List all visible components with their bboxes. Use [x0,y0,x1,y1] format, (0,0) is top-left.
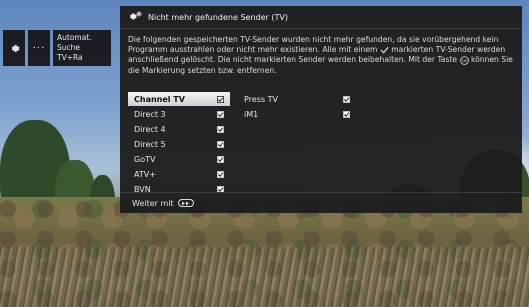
more-label: ··· [32,42,46,54]
forward-key-icon[interactable] [177,199,194,207]
ok-key-label: OK [461,59,467,63]
checkbox-checked-icon[interactable] [343,110,350,118]
checkbox-checked-icon[interactable] [217,125,224,133]
channel-item[interactable]: Direct 4 [128,122,230,136]
checkmark-icon [380,47,389,54]
channel-item[interactable]: GoTV [128,152,230,166]
missing-channels-dialog: Nicht mehr gefundene Sender (TV) Die fol… [120,6,522,213]
checkbox-checked-icon[interactable] [217,170,224,178]
channel-name: Direct 3 [134,109,166,119]
channel-name: ATV+ [134,169,156,179]
channel-item[interactable]: Direct 5 [128,137,230,151]
dialog-title: Nicht mehr gefundene Sender (TV) [148,12,288,22]
ok-key-icon: OK [459,56,469,65]
auto-search-line1: Automat. [57,33,92,42]
channel-item[interactable]: iM1 [238,107,356,121]
dialog-footer: Weiter mit [120,192,522,213]
checkbox-checked-icon[interactable] [343,95,350,103]
channel-item[interactable]: ATV+ [128,167,230,181]
auto-search-line2: Suche TV+Ra [57,43,83,62]
channel-name: Channel TV [134,94,185,104]
double-arrow-icon [181,201,189,205]
checkbox-checked-icon[interactable] [217,95,224,103]
checkbox-checked-icon[interactable] [217,140,224,148]
more-tile[interactable]: ··· [28,30,50,66]
settings-tile[interactable] [3,30,25,66]
channel-name: Press TV [244,94,278,104]
channel-name: Direct 5 [134,139,166,149]
settings-gears-icon [130,11,142,20]
channel-item[interactable]: Press TV [238,92,356,106]
dialog-title-bar: Nicht mehr gefundene Sender (TV) [120,6,522,29]
continue-label: Weiter mit [132,198,174,208]
checkbox-checked-icon[interactable] [217,110,224,118]
channel-name: iM1 [244,109,259,119]
dialog-message: Die folgenden gespeicherten TV-Sender wu… [128,35,514,76]
side-menu: ··· Automat. Suche TV+Ra [3,30,111,66]
checkbox-checked-icon[interactable] [217,155,224,163]
gear-icon [11,44,20,52]
channel-name: GoTV [134,154,156,164]
channel-name: Direct 4 [134,124,166,134]
auto-search-tile[interactable]: Automat. Suche TV+Ra [53,30,111,66]
channel-item[interactable]: Direct 3 [128,107,230,121]
channel-item[interactable]: Channel TV [128,92,230,106]
channel-list: Channel TV Direct 3 Direct 4 Direct 5 Go… [128,92,514,194]
